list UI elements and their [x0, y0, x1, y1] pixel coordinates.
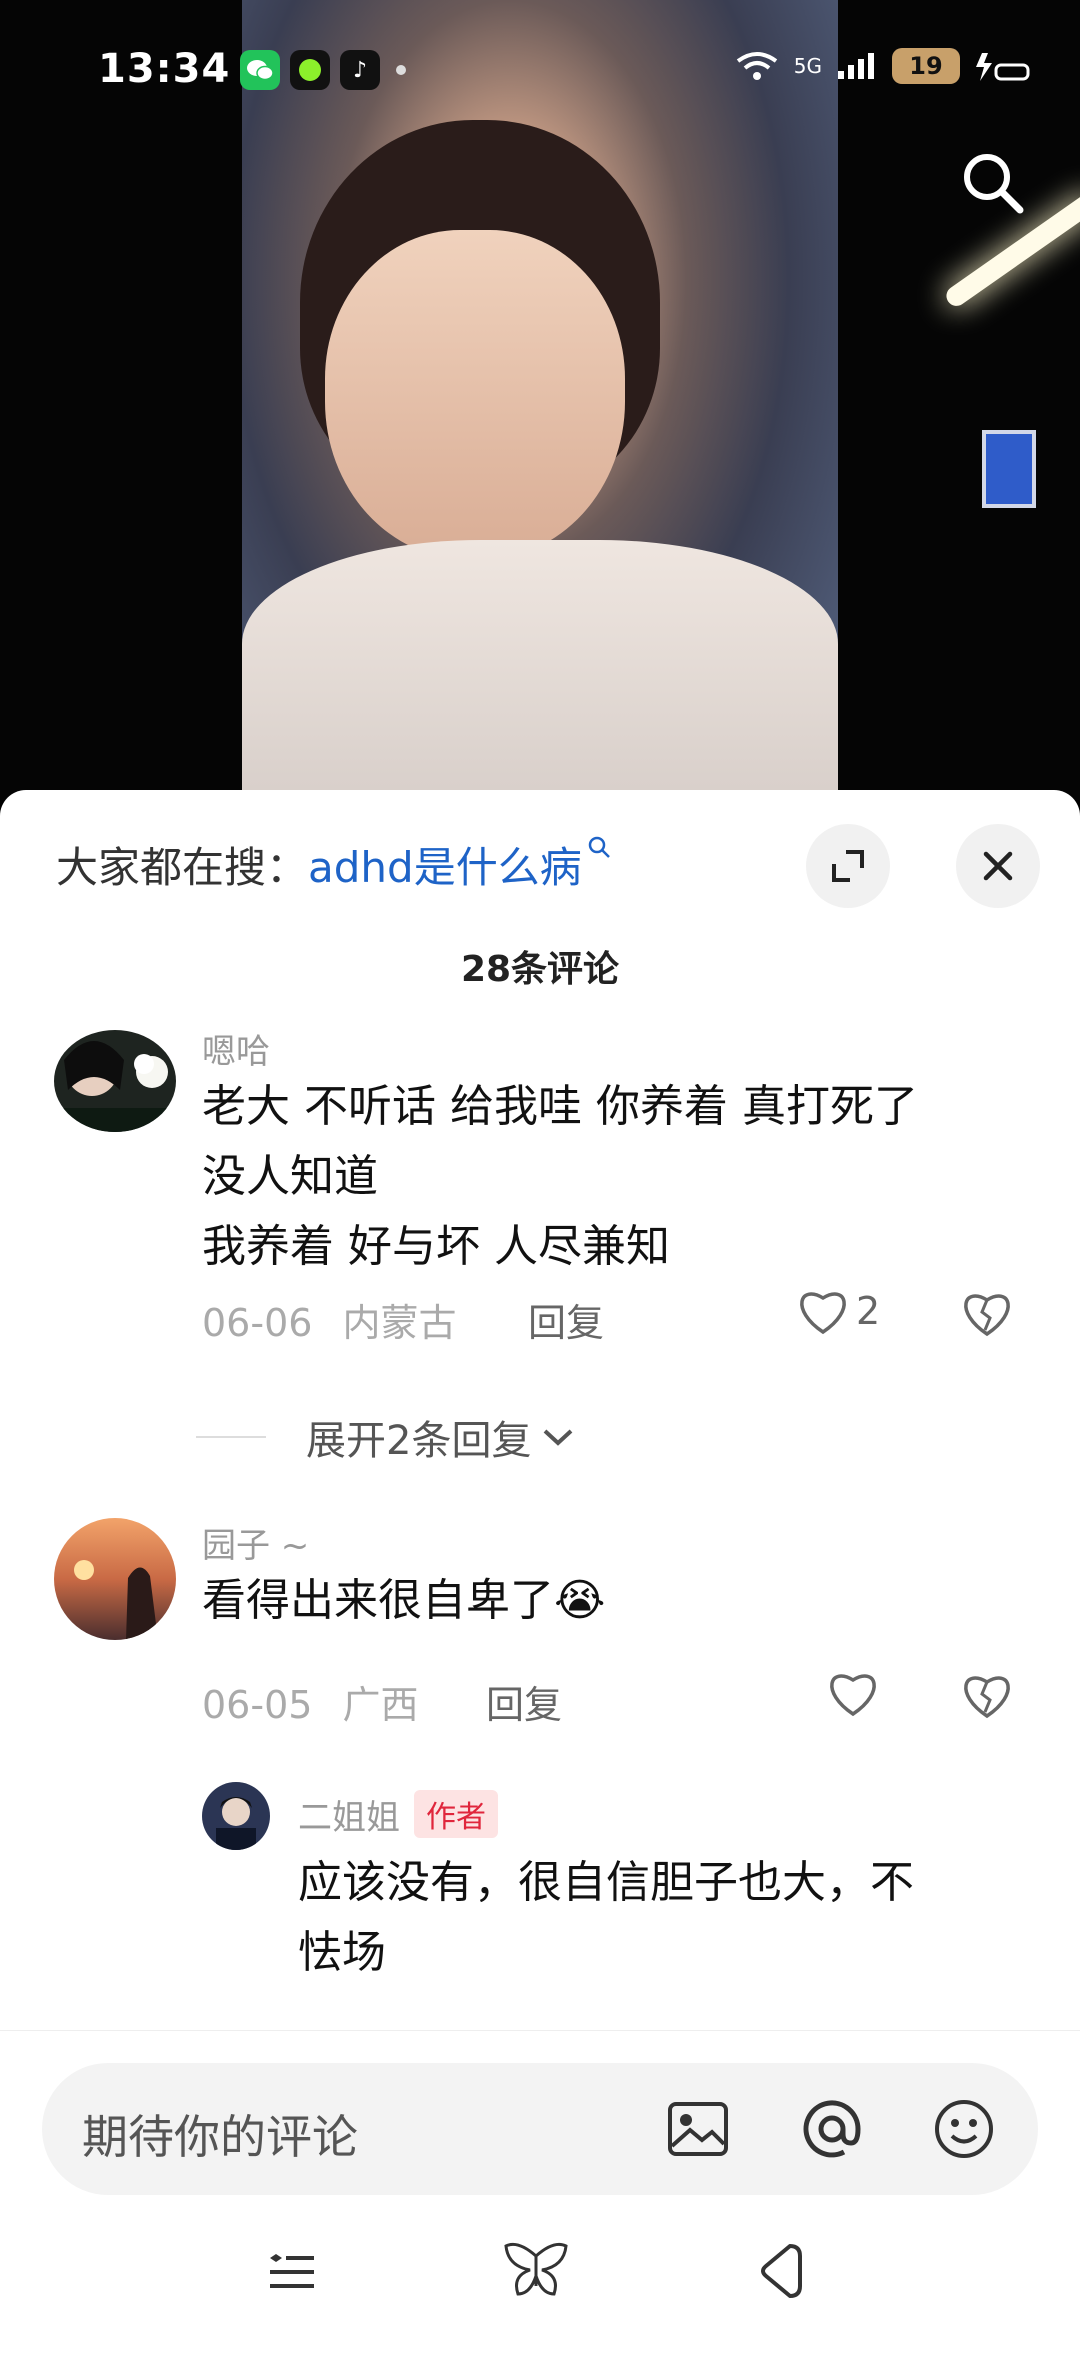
image-icon	[668, 2102, 728, 2156]
hot-search-bar[interactable]: 大家都在搜：adhd是什么病	[56, 834, 612, 895]
close-button[interactable]	[956, 824, 1040, 908]
comment-line: 看得出来很自卑了😭	[202, 1575, 606, 1626]
comment-input[interactable]: 期待你的评论	[42, 2063, 1038, 2195]
comment-date: 06-06	[202, 1301, 313, 1345]
avatar[interactable]	[54, 1518, 176, 1640]
more-notifications-dot	[396, 65, 406, 75]
mention-button[interactable]	[796, 2093, 868, 2165]
wifi-icon	[736, 52, 777, 80]
comment-text: 看得出来很自卑了😭	[202, 1566, 1032, 1636]
like-button[interactable]: 2	[796, 1286, 880, 1336]
avatar[interactable]	[54, 1030, 176, 1132]
system-nav-bar	[0, 2236, 1080, 2336]
comment-meta: 06-05 广西	[202, 1674, 419, 1729]
comment-location: 广西	[342, 1683, 419, 1727]
home-button[interactable]	[500, 2236, 570, 2306]
comment-sheet: 大家都在搜：adhd是什么病 28条评论 嗯哈 老大 不听话 给我哇 你养着 真…	[0, 790, 1080, 2374]
video-subject-face	[325, 230, 625, 560]
comment-input-placeholder: 期待你的评论	[82, 2110, 358, 2164]
expand-icon	[832, 850, 864, 882]
dislike-button[interactable]	[960, 1288, 1014, 1342]
chevron-down-icon	[544, 1429, 573, 1446]
comment-location: 内蒙古	[342, 1301, 457, 1345]
reply-username-row: 二姐姐 作者	[298, 1790, 498, 1839]
dislike-button[interactable]	[960, 1670, 1014, 1724]
reply-button[interactable]: 回复	[486, 1674, 562, 1729]
battery-indicator: 19	[892, 48, 960, 84]
broken-heart-icon	[964, 1676, 1010, 1719]
status-time: 13:34	[98, 46, 231, 92]
comment-line: 我养着 好与坏 人尽兼知	[202, 1221, 670, 1272]
network-label: 5G	[793, 54, 822, 78]
close-icon	[983, 851, 1013, 881]
comment-count: 28条评论	[460, 949, 620, 990]
broken-heart-icon	[964, 1294, 1010, 1337]
comment-date: 06-05	[202, 1683, 313, 1727]
search-small-icon	[588, 836, 610, 858]
expand-replies-button[interactable]: 展开2条回复	[296, 1408, 575, 1466]
smiley-icon	[935, 2100, 993, 2158]
wechat-icon	[240, 50, 280, 90]
signal-icon	[838, 53, 874, 79]
hot-search-prefix: 大家都在搜：	[56, 843, 309, 892]
heart-icon	[800, 1292, 846, 1335]
like-count: 2	[856, 1289, 881, 1333]
at-icon	[803, 2100, 861, 2158]
hot-search-keyword[interactable]: adhd是什么病	[308, 843, 582, 892]
video-subject-shirt	[242, 540, 838, 800]
comment-username[interactable]: 嗯哈	[202, 1024, 270, 1073]
comment-text: 老大 不听话 给我哇 你养着 真打死了 没人知道 我养着 好与坏 人尽兼知	[202, 1072, 1032, 1282]
comment-line: 应该没有，很自信胆子也大，不	[298, 1857, 914, 1908]
tiktok-icon: ♪	[340, 50, 380, 90]
comment-username[interactable]: 园子 ~	[202, 1518, 309, 1567]
like-button[interactable]	[826, 1668, 886, 1718]
reply-button[interactable]: 回复	[528, 1292, 604, 1347]
back-icon	[761, 2244, 802, 2298]
comment-line: 没人知道	[202, 1151, 378, 1202]
expand-button[interactable]	[806, 824, 890, 908]
heart-icon	[830, 1674, 876, 1717]
video-wall-item	[982, 430, 1036, 508]
search-icon[interactable]	[958, 148, 1028, 218]
comment-text: 应该没有，很自信胆子也大，不 怯场	[298, 1848, 1018, 1988]
image-button[interactable]	[662, 2093, 734, 2165]
emoji-button[interactable]	[928, 2093, 1000, 2165]
comment-meta: 06-06 内蒙古	[202, 1292, 457, 1347]
charging-icon	[976, 53, 1030, 81]
comment-line: 怯场	[298, 1927, 386, 1978]
notification-icons: ♪	[240, 50, 406, 90]
comment-input-bar: 期待你的评论	[0, 2030, 1080, 2374]
back-button[interactable]	[744, 2236, 814, 2306]
status-bar: 13:34 ♪ 5G 19	[0, 40, 1080, 110]
green-app-icon	[290, 50, 330, 90]
butterfly-icon	[504, 2242, 568, 2296]
avatar[interactable]	[202, 1782, 270, 1850]
system-icons: 5G 19	[734, 48, 1030, 84]
video-player[interactable]	[0, 0, 1080, 800]
menu-button[interactable]	[256, 2236, 326, 2306]
comment-line: 老大 不听话 给我哇 你养着 真打死了	[202, 1081, 918, 1132]
menu-icon	[270, 2254, 314, 2288]
comment-username[interactable]: 二姐姐	[298, 1798, 400, 1838]
expand-replies-label: 展开2条回复	[306, 1418, 532, 1464]
author-badge: 作者	[414, 1790, 498, 1838]
